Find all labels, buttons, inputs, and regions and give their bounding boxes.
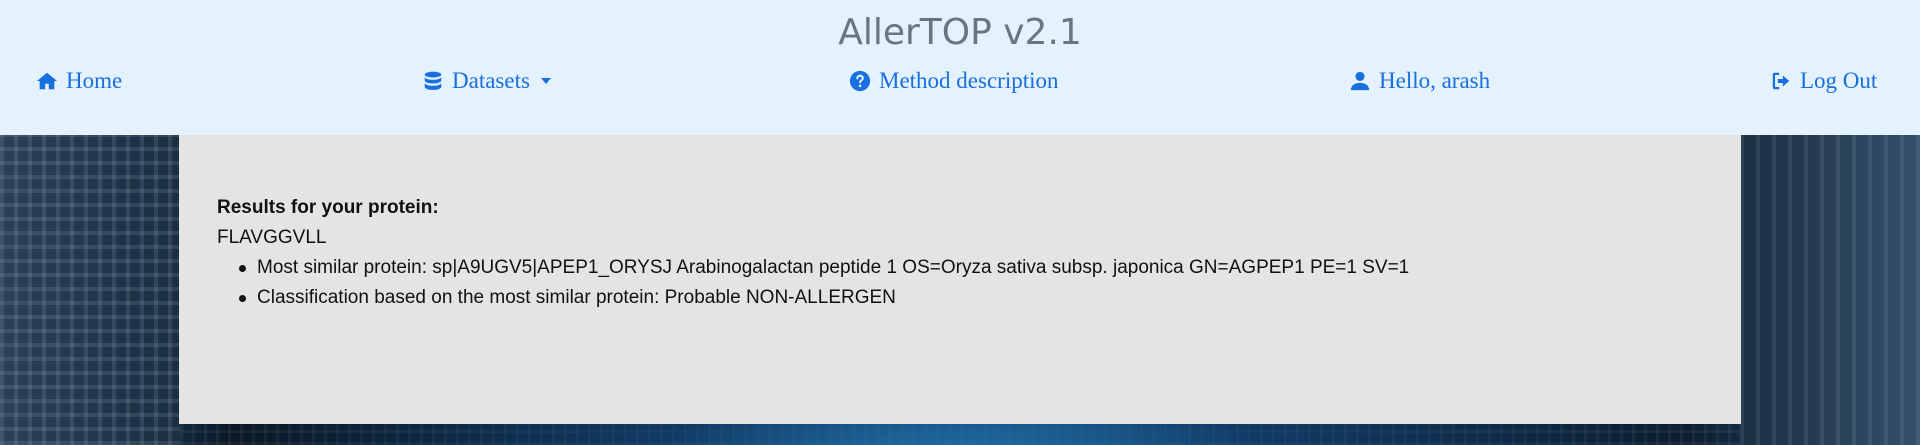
server-rack-right [1740,135,1920,445]
home-icon [36,72,58,90]
question-circle-icon [849,70,871,92]
nav-logout-link[interactable]: Log Out [1770,68,1877,94]
protein-sequence: FLAVGGVLL [217,227,327,248]
site-header: AllerTOP v2.1 Home Datasets Method descr… [0,0,1920,135]
result-item-classification: Classification based on the most similar… [239,283,1409,313]
server-rack-left [0,135,180,445]
nav-home-label: Home [66,68,123,93]
nav-method-link[interactable]: Method description [849,68,1059,94]
results-panel: Results for your protein: FLAVGGVLL Most… [179,135,1741,424]
site-title: AllerTOP v2.1 [838,12,1082,53]
nav-home-link[interactable]: Home [36,68,122,94]
result-item-similar-protein: Most similar protein: sp|A9UGV5|APEP1_OR… [239,253,1409,283]
database-icon [424,71,442,90]
nav-datasets-dropdown[interactable]: Datasets [422,68,551,94]
result-list: Most similar protein: sp|A9UGV5|APEP1_OR… [239,253,1409,313]
sign-out-icon [1772,72,1790,90]
caret-down-icon [540,78,551,84]
nav-logout-label: Log Out [1800,68,1878,93]
result-heading: Results for your protein: [217,197,439,218]
nav-user-link[interactable]: Hello, arash [1349,68,1490,94]
nav-datasets-label: Datasets [452,68,530,93]
result-block: Results for your protein: FLAVGGVLL Most… [217,193,1409,313]
nav-user-label: Hello, arash [1379,68,1491,93]
nav-method-label: Method description [879,68,1059,93]
user-icon [1350,71,1370,91]
